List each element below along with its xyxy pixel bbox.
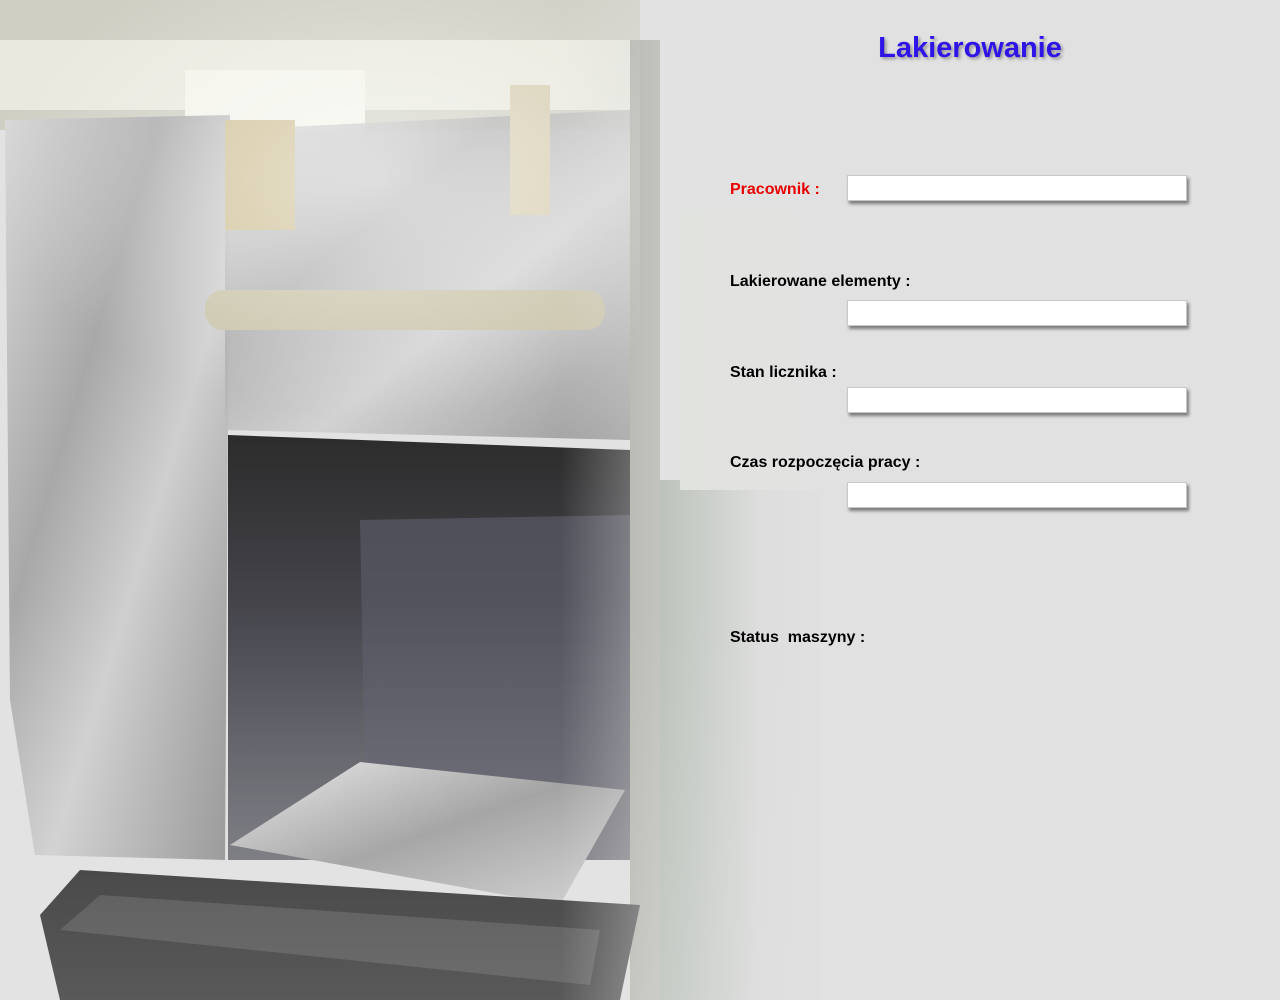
start-time-field[interactable]	[847, 482, 1187, 508]
worker-label: Pracownik :	[730, 181, 820, 198]
worker-field[interactable]	[847, 175, 1187, 201]
counter-label: Stan licznika :	[730, 364, 837, 381]
page-title: Lakierowanie	[878, 32, 1062, 64]
painted-elements-label: Lakierowane elementy :	[730, 273, 911, 290]
painted-elements-field[interactable]	[847, 300, 1187, 326]
machine-status-label: Status maszyny :	[730, 629, 866, 646]
counter-field[interactable]	[847, 387, 1187, 413]
start-time-label: Czas rozpoczęcia pracy :	[730, 454, 921, 471]
